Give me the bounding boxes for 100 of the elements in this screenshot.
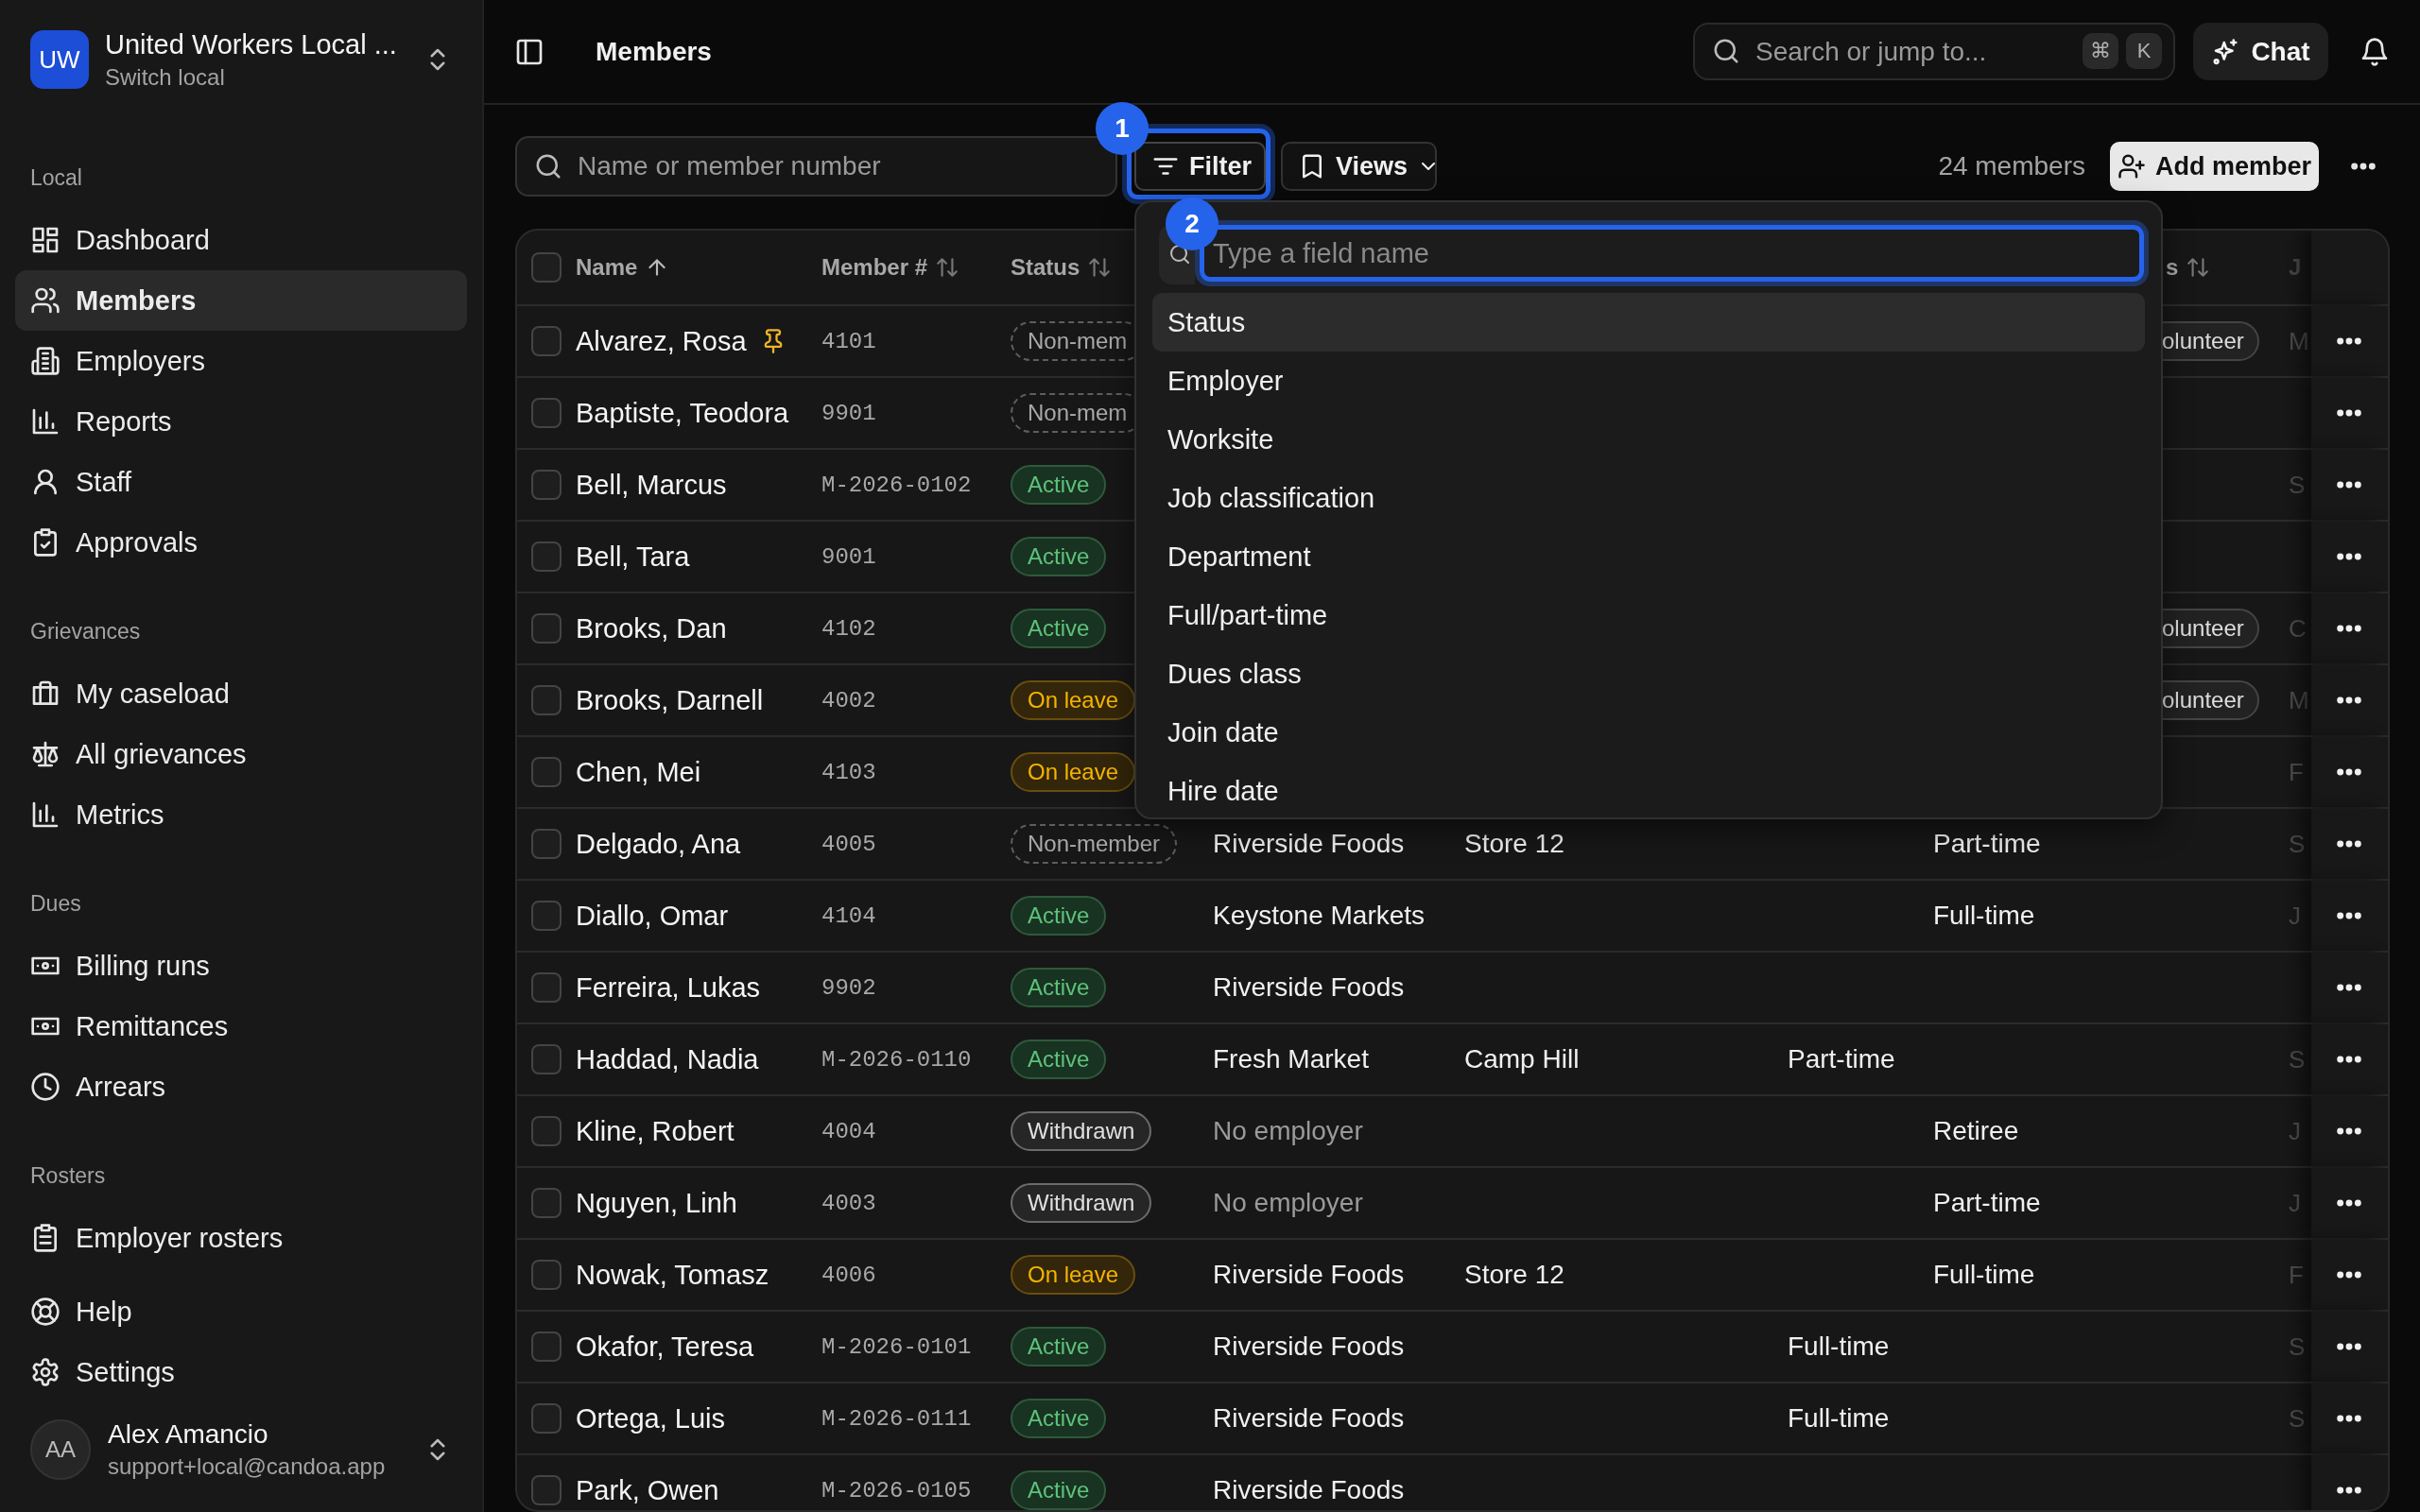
member-number: 9902 [821,974,876,1001]
employer-name: No employer [1213,1116,1363,1146]
table-cell: Part-time [1933,1188,2041,1218]
row-checkbox[interactable] [531,972,562,1003]
row-checkbox[interactable] [531,901,562,931]
employer-name: Riverside Foods [1213,829,1405,859]
nav-item[interactable]: Staff [15,452,467,512]
row-checkbox[interactable] [531,1260,562,1290]
row-checkbox[interactable] [531,757,562,787]
member-name[interactable]: Kline, Robert [576,1115,735,1147]
select-all-checkbox[interactable] [531,252,562,283]
member-name[interactable]: Ferreira, Lukas [576,971,760,1004]
member-name[interactable]: Delgado, Ana [576,828,741,860]
member-name[interactable]: Bell, Tara [576,541,690,573]
row-checkbox[interactable] [531,398,562,428]
member-name[interactable]: Diallo, Omar [576,900,729,932]
nav-item[interactable]: All grievances [15,724,467,784]
row-checkbox[interactable] [531,1332,562,1362]
member-name[interactable]: Park, Owen [576,1474,719,1506]
nav-item[interactable]: Employers [15,331,467,391]
row-checkbox[interactable] [531,613,562,644]
switch-local-link[interactable]: Switch local [105,63,407,91]
section-label: Local [29,164,83,192]
row-checkbox[interactable] [531,470,562,500]
row-checkbox[interactable] [531,1116,562,1146]
nav-item[interactable]: Settings [15,1342,467,1402]
member-name[interactable]: Bell, Marcus [576,469,727,501]
nav-item[interactable]: Metrics [15,784,467,845]
shortcut-key: K [2126,33,2162,69]
search-icon [1712,37,1740,65]
clock-icon [30,1072,60,1102]
member-number: 4102 [821,615,876,642]
menu-item[interactable]: Job classification [1152,469,2145,527]
status-tag: On leave [1011,1255,1136,1295]
member-number: 4004 [821,1118,876,1144]
row-checkbox[interactable] [531,685,562,715]
menu-item[interactable]: Hire date [1152,762,2145,820]
status-tag: On leave [1011,752,1136,792]
member-name[interactable]: Nguyen, Linh [576,1187,737,1219]
status-tag: Active [1011,465,1107,505]
table-cell: Full-time [1788,1403,1890,1434]
member-name[interactable]: Ortega, Luis [576,1402,725,1435]
people-icon [30,285,60,316]
worksite-name: Store 12 [1464,1260,1564,1290]
member-name[interactable]: Haddad, Nadia [576,1043,759,1075]
row-checkbox[interactable] [531,1044,562,1074]
shortcut-key: ⌘ [2083,33,2118,69]
nav-item[interactable]: Members [15,270,467,331]
nav-item[interactable]: Reports [15,391,467,452]
menu-item[interactable]: Worksite [1152,410,2145,469]
add-member-button[interactable]: Add member [2110,142,2319,191]
member-name[interactable]: Baptiste, Teodora [576,397,789,429]
row-checkbox[interactable] [531,829,562,859]
row-checkbox[interactable] [531,1188,562,1218]
nav-item[interactable]: My caseload [15,663,467,724]
member-name[interactable]: Okafor, Teresa [576,1331,754,1363]
member-name[interactable]: Brooks, Darnell [576,684,764,716]
filter-button[interactable]: Filter [1134,142,1266,191]
table-cell: Part-time [1788,1044,1895,1074]
member-count: 24 members [1938,151,2085,181]
bar-chart-icon [30,799,60,830]
member-name[interactable]: Nowak, Tomasz [576,1259,769,1291]
bell-icon[interactable] [2360,36,2390,67]
member-name[interactable]: Brooks, Dan [576,612,727,644]
menu-item[interactable]: Status [1152,293,2145,352]
member-number: M-2026-0101 [821,1333,972,1360]
row-checkbox[interactable] [531,326,562,356]
nav-item[interactable]: Approvals [15,512,467,573]
status-tag: Withdrawn [1011,1183,1152,1223]
member-number: M-2026-0111 [821,1405,972,1432]
org-name: United Workers Local ... [105,28,398,60]
member-name[interactable]: Alvarez, Rosa [576,325,747,357]
nav-item[interactable]: Dashboard [15,210,467,270]
member-number: 4003 [821,1190,876,1216]
nav-item[interactable]: Remittances [15,996,467,1057]
row-checkbox[interactable] [531,1475,562,1505]
member-number: 4104 [821,902,876,929]
chat-button[interactable]: Chat [2193,23,2328,80]
employer-name: Riverside Foods [1213,1403,1405,1434]
row-checkbox[interactable] [531,541,562,572]
member-name[interactable]: Chen, Mei [576,756,701,788]
column-header[interactable]: s [2166,254,2211,281]
search-field[interactable]: Name or member number [515,136,1117,197]
row-checkbox[interactable] [531,1403,562,1434]
nav-item[interactable]: Employer rosters [15,1208,467,1268]
nav-item[interactable]: Help [15,1281,467,1342]
column-header[interactable]: Member # [821,254,960,281]
member-number: 4005 [821,831,876,857]
views-button[interactable]: Views [1281,142,1437,191]
member-number: M-2026-0102 [821,472,972,498]
member-number: M-2026-0110 [821,1046,972,1073]
status-tag: Active [1011,537,1107,576]
menu-item[interactable]: Department [1152,527,2145,586]
add-user-icon [2117,152,2146,180]
nav-item[interactable]: Billing runs [15,936,467,996]
member-number: 4101 [821,328,876,354]
nav-item[interactable]: Arrears [15,1057,467,1117]
column-header[interactable]: Status [1011,254,1113,281]
column-header[interactable]: Name [576,254,670,281]
section-label: Dues [29,890,82,918]
